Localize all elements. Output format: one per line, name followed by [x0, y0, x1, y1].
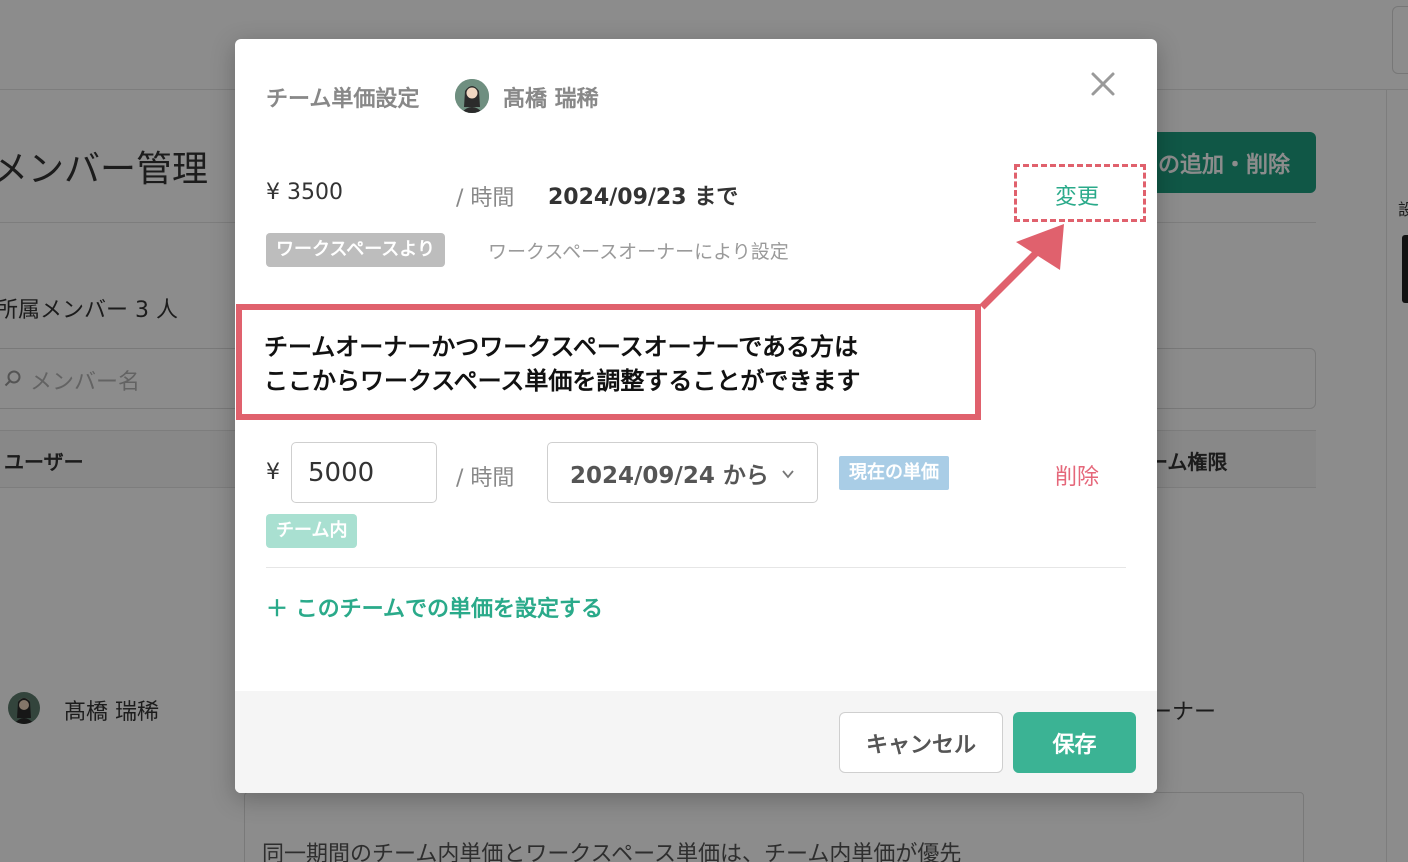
modal-title: チーム単価設定 [266, 87, 420, 112]
chevron-down-icon [782, 470, 794, 479]
workspace-rate-price: ¥ 3500 [266, 180, 343, 205]
annotation-line-1: チームオーナーかつワークスペースオーナーである方は [264, 333, 858, 361]
avatar [455, 79, 489, 113]
start-date-select[interactable]: 2024/09/24 から [547, 442, 818, 503]
section-divider [266, 567, 1126, 568]
workspace-rate-unit: / 時間 [456, 186, 515, 211]
add-team-rate-link[interactable]: ＋ このチームでの単価を設定する [266, 591, 603, 623]
team-rate-unit: / 時間 [456, 466, 515, 491]
save-button[interactable]: 保存 [1013, 712, 1136, 773]
workspace-source-description: ワークスペースオーナーにより設定 [488, 241, 789, 263]
workspace-rate-until: 2024/09/23 まで [548, 185, 739, 210]
modal-user-name: 髙橋 瑞稀 [503, 87, 599, 112]
team-rate-input[interactable] [291, 442, 437, 503]
annotation-line-2: ここからワークスペース単価を調整することができます [264, 367, 861, 395]
cancel-button[interactable]: キャンセル [839, 712, 1003, 773]
workspace-source-badge: ワークスペースより [266, 233, 445, 267]
start-date-value: 2024/09/24 から [570, 462, 769, 489]
team-source-badge: チーム内 [266, 514, 358, 548]
annotation-callout: チームオーナーかつワークスペースオーナーである方は ここからワークスペース単価を… [236, 304, 981, 420]
current-rate-badge: 現在の単価 [839, 456, 949, 490]
team-rate-currency: ¥ [266, 460, 280, 485]
delete-rate-link[interactable]: 削除 [1055, 459, 1099, 491]
close-icon[interactable] [1085, 66, 1121, 102]
